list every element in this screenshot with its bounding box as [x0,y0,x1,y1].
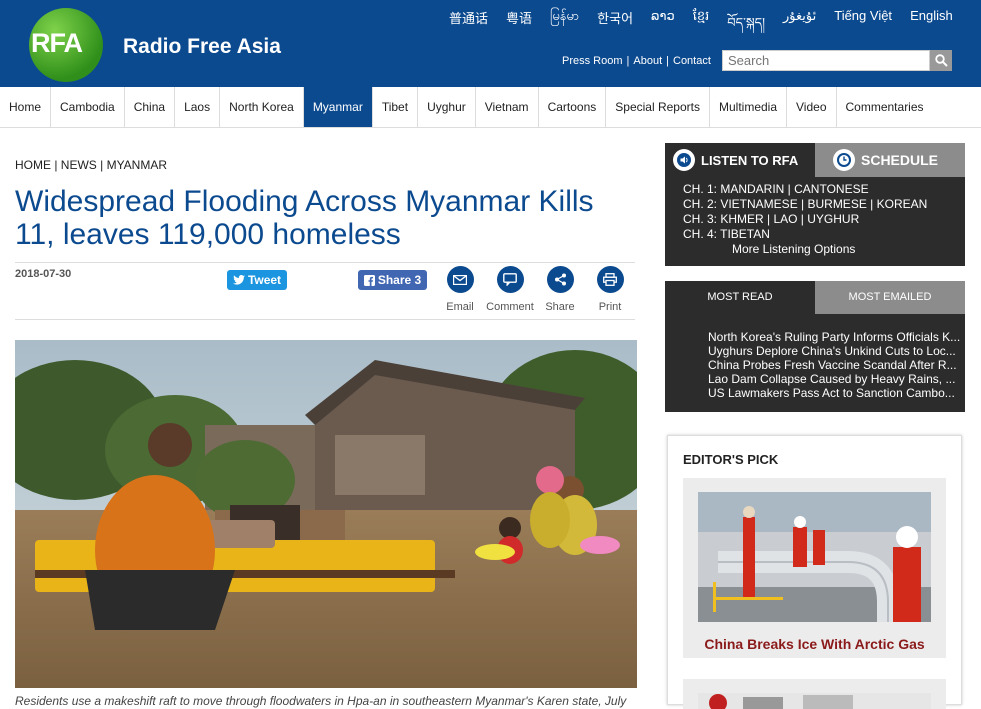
article-photo [15,340,637,688]
nav-home[interactable]: Home [0,87,52,127]
press-room-link[interactable]: Press Room [562,55,623,67]
search-input[interactable] [722,50,930,71]
facebook-icon [363,274,375,286]
nav-uyghur[interactable]: Uyghur [418,87,476,127]
lang-lao[interactable]: ລາວ [642,8,684,45]
speaker-icon [673,149,695,171]
lang-tibetan[interactable]: བོད་སྐད། [718,8,774,45]
lang-english[interactable]: English [901,8,962,45]
lang-mandarin[interactable]: 普通话 [440,8,497,45]
tweet-label: Tweet [247,273,282,287]
search-button[interactable] [930,50,952,71]
divider: | [666,55,669,67]
comment-tool[interactable]: Comment [485,266,535,313]
tab-most-read[interactable]: MOST READ [665,281,815,314]
most-read-item[interactable]: Lao Dam Collapse Caused by Heavy Rains, … [708,372,962,386]
comment-label: Comment [486,301,534,313]
facebook-share-label: Share 3 [377,273,422,287]
nav-video[interactable]: Video [787,87,837,127]
article-title: Widespread Flooding Across Myanmar Kills… [15,185,594,251]
article-meta: 2018-07-30 Tweet Share 3 Email Comment S… [15,262,635,316]
schedule-tab-label: SCHEDULE [861,152,939,168]
about-link[interactable]: About [633,55,662,67]
divider [15,319,635,320]
nav-commentaries[interactable]: Commentaries [837,87,933,127]
divider: | [626,55,630,67]
most-read-item[interactable]: North Korea's Ruling Party Informs Offic… [708,330,962,344]
facebook-share-button[interactable]: Share 3 [358,270,427,290]
site-name[interactable]: Radio Free Asia [123,35,281,59]
lang-cantonese[interactable]: 粤语 [497,8,541,45]
language-links: 普通话 粤语 မြန်မာ 한국어 ລາວ ខ្មែរ བོད་སྐད། ئۇي… [440,8,962,45]
nav-special-reports[interactable]: Special Reports [606,87,710,127]
nav-cambodia[interactable]: Cambodia [51,87,125,127]
editors-pick-title[interactable]: China Breaks Ice With Arctic Gas [683,636,946,652]
channel-3-link[interactable]: CH. 3: KHMER | LAO | UYGHUR [683,212,927,227]
rfa-logo[interactable]: RFA [29,8,103,82]
editors-pick-card[interactable]: China Breaks Ice With Arctic Gas [683,478,946,658]
twitter-icon [232,275,245,285]
most-read-item[interactable]: Uyghurs Deplore China's Unkind Cuts to L… [708,344,962,358]
share-label: Share [545,301,575,313]
nav-cartoons[interactable]: Cartoons [539,87,607,127]
nav-vietnam[interactable]: Vietnam [476,87,539,127]
tweet-button[interactable]: Tweet [227,270,287,290]
lang-vietnamese[interactable]: Tiếng Việt [825,8,901,45]
tab-most-emailed[interactable]: MOST EMAILED [815,281,965,314]
print-label: Print [598,301,622,313]
nav-myanmar[interactable]: Myanmar [303,87,373,127]
nav-tibet[interactable]: Tibet [373,87,419,127]
share-icon [546,266,574,293]
comment-icon [496,266,524,293]
photo-caption: Residents use a makeshift raft to move t… [15,694,627,708]
most-read-item[interactable]: US Lawmakers Pass Act to Sanction Cambo.… [708,386,962,400]
tab-schedule[interactable]: SCHEDULE [815,143,965,177]
email-icon [446,266,474,293]
breadcrumb[interactable]: HOME | NEWS | MYANMAR [15,158,167,172]
search-icon [934,54,948,67]
channel-list: CH. 1: MANDARIN | CANTONESE CH. 2: VIETN… [683,182,927,242]
editors-pick-heading: EDITOR'S PICK [683,452,779,467]
top-links: Press Room | About | Contact [562,55,711,67]
site-header: RFA Radio Free Asia 普通话 粤语 မြန်မာ 한국어 ລາ… [0,0,981,87]
contact-link[interactable]: Contact [673,55,711,67]
more-listening-options-link[interactable]: More Listening Options [732,242,855,256]
print-icon [596,266,624,293]
nav-north-korea[interactable]: North Korea [220,87,304,127]
channel-4-link[interactable]: CH. 4: TIBETAN [683,227,927,242]
lang-uyghur[interactable]: ئۇيغۇر [774,8,825,45]
lang-khmer[interactable]: ខ្មែរ [684,8,719,45]
main-nav: Home Cambodia China Laos North Korea Mya… [0,87,981,128]
clock-icon [833,149,855,171]
listen-tab-label: LISTEN TO RFA [701,152,799,168]
nav-china[interactable]: China [125,87,176,127]
email-tool[interactable]: Email [435,266,485,313]
flood-photo-illustration [15,340,637,688]
editors-pick-panel: EDITOR'S PICK China Breaks Ice With Arct… [667,435,962,709]
tab-listen[interactable]: LISTEN TO RFA [665,143,815,177]
lang-burmese[interactable]: မြန်မာ [541,8,588,45]
editors-pick-image[interactable] [698,492,931,622]
listen-panel: LISTEN TO RFA SCHEDULE CH. 1: MANDARIN |… [665,143,965,266]
nav-multimedia[interactable]: Multimedia [710,87,788,127]
gas-plant-illustration [698,492,931,622]
most-read-item[interactable]: China Probes Fresh Vaccine Scandal After… [708,358,962,372]
nav-laos[interactable]: Laos [175,87,221,127]
article-date: 2018-07-30 [15,268,72,280]
print-tool[interactable]: Print [585,266,635,313]
logo-text: RFA [31,28,83,58]
most-read-list: North Korea's Ruling Party Informs Offic… [690,330,962,400]
channel-1-link[interactable]: CH. 1: MANDARIN | CANTONESE [683,182,927,197]
most-panel: MOST READ MOST EMAILED North Korea's Rul… [665,281,965,412]
lang-korean[interactable]: 한국어 [588,8,642,45]
channel-2-link[interactable]: CH. 2: VIETNAMESE | BURMESE | KOREAN [683,197,927,212]
share-tool[interactable]: Share [535,266,585,313]
email-label: Email [446,301,474,313]
